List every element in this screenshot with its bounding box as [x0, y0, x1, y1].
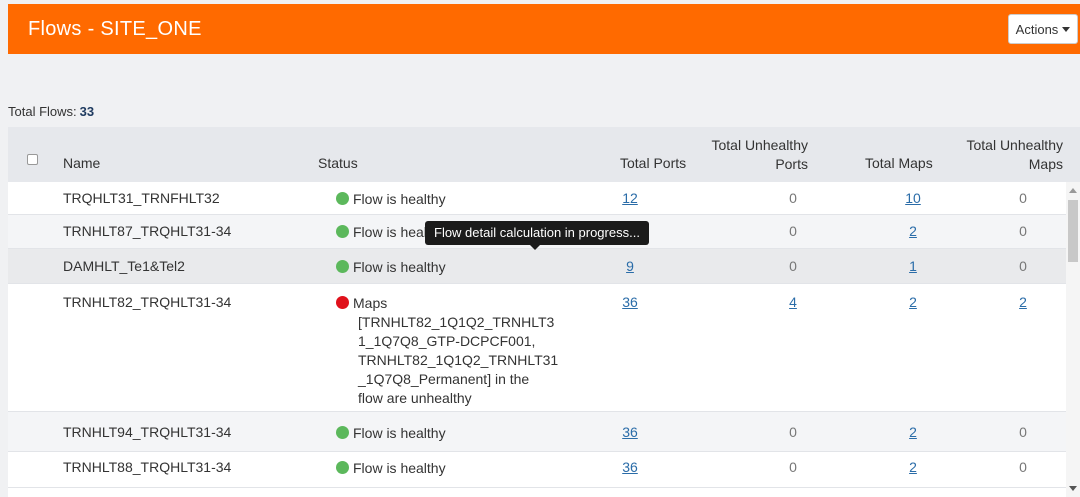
healthy-status-icon	[336, 225, 349, 238]
page-title: Flows - SITE_ONE	[28, 17, 202, 40]
status-text: Maps	[353, 295, 388, 311]
unhealthy-ports-value: 0	[789, 223, 797, 239]
total-ports-link[interactable]: 36	[588, 424, 672, 440]
column-total-unhealthy-ports-line2: Ports	[775, 156, 808, 172]
total-ports-link[interactable]: 9	[588, 258, 672, 274]
status-detail-line: 1_1Q7Q8_GTP-DCPCF001,	[358, 333, 536, 349]
status-detail-line: TRNHLT82_1Q1Q2_TRNHLT31	[358, 352, 559, 368]
status-text: Flow is healthy	[353, 191, 446, 207]
total-maps-link[interactable]: 1	[873, 258, 953, 274]
total-maps-link[interactable]: 2	[873, 294, 953, 310]
total-maps-link[interactable]: 2	[873, 424, 953, 440]
status-text: Flow is healthy	[353, 460, 446, 476]
total-maps-link[interactable]: 2	[873, 459, 953, 475]
unhealthy-ports-value: 0	[789, 258, 797, 274]
status-detail-line: _1Q7Q8_Permanent] in the	[358, 371, 530, 387]
status-detail-line: flow are unhealthy	[358, 390, 472, 406]
status-cell: Flow is healthy	[336, 190, 446, 209]
flow-name: TRNHLT88_TRQHLT31-34	[63, 459, 232, 475]
total-flows-count: 33	[79, 104, 95, 119]
healthy-status-icon	[336, 426, 349, 439]
caret-down-icon	[1062, 26, 1071, 32]
total-flows: Total Flows: 33	[8, 104, 94, 119]
unhealthy-maps-value: 0	[1019, 258, 1027, 274]
unhealthy-ports-value: 0	[789, 190, 797, 206]
status-text: Flow is healthy	[353, 259, 446, 275]
status-cell: Flow is healthy	[336, 258, 446, 277]
table-row[interactable]: DAMHLT_Te1&Tel2 Flow is healthy 9 0 1 0	[8, 249, 1066, 284]
column-total-maps[interactable]: Total Maps	[865, 155, 933, 171]
column-total-unhealthy-ports-line1: Total Unhealthy	[711, 137, 808, 153]
unhealthy-ports-value: 0	[789, 459, 797, 475]
total-maps-link[interactable]: 10	[873, 190, 953, 206]
total-ports-link[interactable]: 36	[588, 459, 672, 475]
column-total-ports[interactable]: Total Ports	[620, 155, 686, 171]
status-cell: Flow is healthy	[336, 459, 446, 478]
flow-name: TRNHLT87_TRQHLT31-34	[63, 223, 232, 239]
scroll-up-icon[interactable]	[1069, 188, 1077, 193]
total-ports-link[interactable]: 12	[588, 190, 672, 206]
flow-name: TRNHLT82_TRQHLT31-34	[63, 294, 232, 310]
unhealthy-ports-link[interactable]: 4	[753, 294, 833, 310]
column-total-unhealthy-maps[interactable]: Total Unhealthy Maps	[953, 136, 1063, 174]
unhealthy-maps-value: 0	[1019, 223, 1027, 239]
actions-dropdown-button[interactable]: Actions	[1008, 14, 1078, 44]
flow-detail-tooltip: Flow detail calculation in progress...	[425, 221, 649, 250]
scroll-thumb[interactable]	[1068, 200, 1078, 262]
column-total-unhealthy-ports[interactable]: Total Unhealthy Ports	[698, 136, 808, 174]
column-total-unhealthy-maps-line2: Maps	[1028, 156, 1063, 172]
status-detail: [TRNHLT82_1Q1Q2_TRNHLT3 1_1Q7Q8_GTP-DCPC…	[358, 313, 558, 408]
flows-table: Name Status Total Ports Total Unhealthy …	[8, 127, 1080, 497]
status-cell: Flow is healthy	[336, 424, 446, 443]
status-text: Flow is healthy	[353, 425, 446, 441]
unhealthy-maps-link[interactable]: 2	[983, 294, 1063, 310]
column-name[interactable]: Name	[63, 155, 100, 171]
flow-name: TRQHLT31_TRNFHLT32	[63, 190, 220, 206]
flow-name: DAMHLT_Te1&Tel2	[63, 258, 185, 274]
actions-label: Actions	[1015, 21, 1059, 37]
page-header: Flows - SITE_ONE Actions	[8, 4, 1080, 54]
unhealthy-ports-value: 0	[789, 424, 797, 440]
table-row[interactable]: TRNHLT94_TRQHLT31-34 Flow is healthy 36 …	[8, 412, 1066, 452]
unhealthy-maps-value: 0	[1019, 190, 1027, 206]
select-all-checkbox[interactable]	[27, 154, 38, 165]
table-header: Name Status Total Ports Total Unhealthy …	[8, 127, 1080, 182]
column-total-unhealthy-maps-line1: Total Unhealthy	[966, 137, 1063, 153]
table-row[interactable]: TRNHLT82_TRQHLT31-34 Maps [TRNHLT82_1Q1Q…	[8, 284, 1066, 412]
unhealthy-maps-value: 0	[1019, 459, 1027, 475]
total-flows-label: Total Flows:	[8, 104, 77, 119]
unhealthy-maps-value: 0	[1019, 424, 1027, 440]
table-row[interactable]: TRNHLT88_TRQHLT31-34 Flow is healthy 36 …	[8, 452, 1066, 488]
table-row[interactable]: TRQHLT31_TRNFHLT32 Flow is healthy 12 0 …	[8, 182, 1066, 215]
healthy-status-icon	[336, 461, 349, 474]
status-cell: Maps	[336, 294, 387, 313]
total-ports-link[interactable]: 36	[588, 294, 672, 310]
healthy-status-icon	[336, 260, 349, 273]
scroll-down-icon[interactable]	[1069, 486, 1077, 491]
status-detail-line: [TRNHLT82_1Q1Q2_TRNHLT3	[358, 314, 555, 330]
total-maps-link[interactable]: 2	[873, 223, 953, 239]
unhealthy-status-icon	[336, 296, 349, 309]
column-status[interactable]: Status	[318, 155, 358, 171]
table-scrollbar[interactable]	[1066, 182, 1080, 497]
healthy-status-icon	[336, 192, 349, 205]
flow-name: TRNHLT94_TRQHLT31-34	[63, 424, 232, 440]
